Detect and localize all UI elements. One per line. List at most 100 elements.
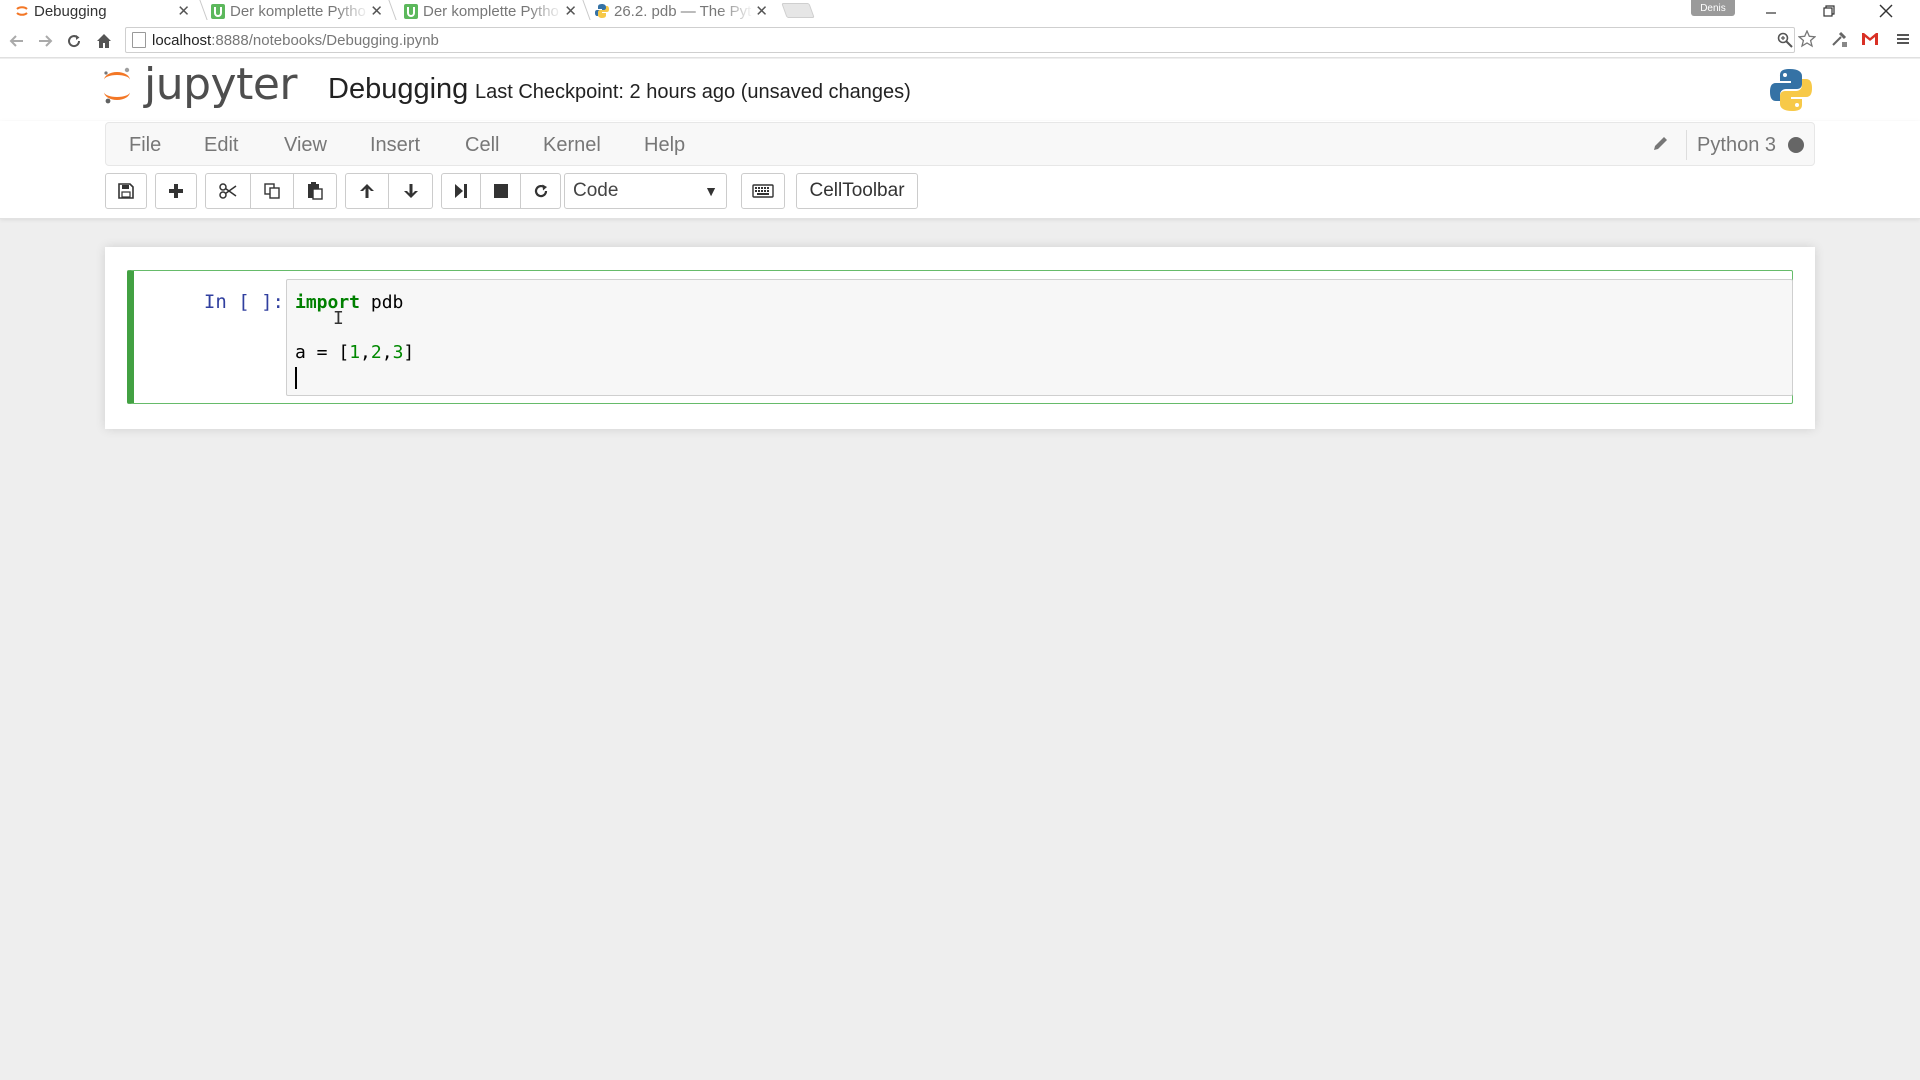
restart-kernel-button[interactable]	[521, 173, 561, 209]
arrow-up-icon	[360, 184, 374, 198]
ibeam-mouse-cursor-icon: I	[333, 308, 344, 329]
code-keyword: import	[295, 292, 361, 313]
forward-button[interactable]	[34, 30, 56, 52]
menu-edit[interactable]: Edit	[204, 134, 238, 157]
menu-insert[interactable]: Insert	[370, 134, 420, 157]
notebook-container: In [ ]: import pdb a = [1,2,3]	[105, 247, 1815, 429]
cell-type-select[interactable]: Code ▼	[564, 173, 727, 209]
code-number: 1	[349, 342, 361, 363]
menu-file[interactable]: File	[129, 134, 161, 157]
browser-tab-pdb-docs[interactable]: 26.2. pdb — The Pyt ✕	[580, 0, 776, 22]
jupyter-favicon-icon	[14, 3, 30, 19]
close-window-icon	[1879, 4, 1893, 18]
move-up-button[interactable]	[345, 173, 389, 209]
restart-icon	[534, 184, 547, 198]
browser-tab-bar: Debugging ✕ Der komplette Pytho ✕ Der ko…	[0, 0, 1920, 22]
jupyter-logo-text: jupyter	[144, 59, 298, 110]
text-cursor	[295, 367, 297, 389]
code-token: ]	[403, 342, 415, 363]
eyedropper-extension-icon[interactable]	[1830, 30, 1848, 48]
kernel-status-icon	[1788, 137, 1804, 153]
home-button[interactable]	[93, 30, 115, 52]
pencil-icon[interactable]	[1652, 134, 1670, 157]
browser-tab-course-1[interactable]: Der komplette Pytho ✕	[196, 0, 391, 22]
keyboard-icon	[752, 184, 774, 198]
gmail-extension-icon[interactable]	[1861, 30, 1879, 48]
jupyter-header: jupyter Debugging Last Checkpoint: 2 hou…	[0, 59, 1920, 121]
code-cell[interactable]: In [ ]: import pdb a = [1,2,3]	[127, 270, 1793, 404]
command-palette-button[interactable]	[741, 173, 785, 209]
bookmark-star-icon[interactable]	[1798, 30, 1816, 48]
tab-title: 26.2. pdb — The Pyt	[614, 2, 752, 20]
insert-cell-button[interactable]	[155, 173, 197, 209]
copy-button[interactable]	[251, 173, 294, 209]
python-favicon-icon	[594, 3, 610, 19]
paste-icon	[308, 182, 323, 200]
step-forward-icon	[455, 184, 467, 198]
kernel-name: Python 3	[1697, 133, 1776, 156]
page-icon	[132, 32, 146, 48]
tab-title: Der komplette Pytho	[423, 2, 559, 20]
stop-icon	[493, 184, 508, 198]
jupyter-logo-icon	[104, 67, 130, 104]
browser-tab-debugging[interactable]: Debugging ✕	[0, 0, 200, 22]
zoom-icon[interactable]	[1776, 31, 1794, 49]
reload-button[interactable]	[63, 30, 85, 52]
cut-button[interactable]	[205, 173, 251, 209]
browser-tab-course-2[interactable]: Der komplette Pytho ✕	[389, 0, 585, 22]
menu-hamburger-icon[interactable]	[1894, 30, 1912, 48]
restore-icon	[1823, 5, 1835, 17]
input-prompt: In [ ]:	[203, 291, 284, 313]
menubar: File Edit View Insert Cell Kernel Help P…	[105, 122, 1815, 166]
reload-icon	[68, 35, 81, 48]
save-button[interactable]	[105, 173, 147, 209]
move-down-button[interactable]	[389, 173, 433, 209]
home-icon	[97, 34, 111, 48]
divider	[1686, 130, 1688, 160]
new-tab-button[interactable]	[781, 3, 815, 18]
minimize-button[interactable]	[1751, 0, 1791, 22]
paste-button[interactable]	[294, 173, 337, 209]
browser-toolbar: localhost:8888/notebooks/Debugging.ipynb	[0, 22, 1920, 58]
close-icon[interactable]: ✕	[370, 2, 383, 20]
notebook-name[interactable]: Debugging	[328, 73, 468, 106]
code-token: pdb	[360, 292, 404, 313]
interrupt-kernel-button[interactable]	[481, 173, 521, 209]
close-icon[interactable]: ✕	[755, 2, 768, 20]
celltoolbar-button[interactable]: CellToolbar	[796, 173, 918, 209]
plus-icon	[169, 184, 183, 198]
menu-kernel[interactable]: Kernel	[543, 134, 601, 157]
code-token: a = [	[295, 342, 350, 363]
jupyter-logo[interactable]: jupyter	[102, 59, 298, 110]
address-bar[interactable]: localhost:8888/notebooks/Debugging.ipynb	[125, 27, 1795, 53]
minimize-icon	[1766, 12, 1776, 14]
menu-help[interactable]: Help	[644, 134, 685, 157]
notebook-toolbar-area: File Edit View Insert Cell Kernel Help P…	[0, 121, 1920, 219]
udemy-favicon-icon	[403, 3, 419, 19]
menu-view[interactable]: View	[284, 134, 327, 157]
menu-cell[interactable]: Cell	[465, 134, 499, 157]
run-cell-button[interactable]	[441, 173, 481, 209]
tab-title: Der komplette Pytho	[230, 2, 366, 20]
udemy-favicon-icon	[210, 3, 226, 19]
caret-down-icon: ▼	[704, 183, 718, 199]
arrow-right-icon	[39, 35, 53, 47]
profile-badge[interactable]: Denis	[1691, 0, 1735, 16]
arrow-down-icon	[403, 184, 418, 198]
close-icon[interactable]: ✕	[564, 2, 577, 20]
cell-type-value: Code	[573, 180, 619, 201]
tab-title: Debugging	[34, 2, 107, 20]
code-text: import pdb a = [1,2,3]	[295, 292, 415, 363]
close-window-button[interactable]	[1866, 0, 1906, 22]
back-button[interactable]	[6, 30, 28, 52]
python-logo-icon	[1770, 69, 1812, 111]
kernel-indicator: Python 3	[1652, 130, 1810, 160]
code-editor[interactable]: import pdb a = [1,2,3]	[286, 279, 1793, 396]
url-text: localhost:8888/notebooks/Debugging.ipynb	[152, 31, 439, 49]
close-icon[interactable]: ✕	[177, 2, 190, 20]
restore-button[interactable]	[1809, 0, 1849, 22]
code-number: 3	[392, 342, 404, 363]
code-number: 2	[370, 342, 382, 363]
save-icon	[118, 183, 134, 199]
scissors-icon	[219, 183, 237, 199]
